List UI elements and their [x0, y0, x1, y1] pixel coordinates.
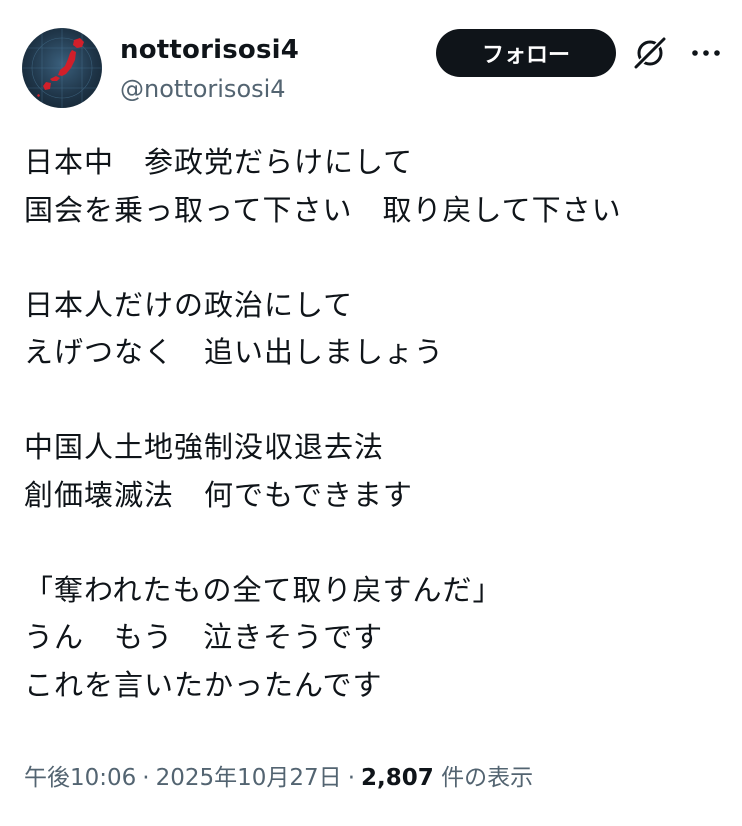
tweet-line: うん もう 泣きそうです [24, 620, 384, 654]
meta-separator: · [142, 765, 150, 791]
meta-separator: · [347, 765, 355, 791]
author-handle[interactable]: @nottorisosi4 [120, 74, 286, 104]
views-label: 件の表示 [441, 765, 534, 791]
views-count[interactable]: 2,807 [361, 765, 434, 791]
tweet-time[interactable]: 午後10:06 [24, 765, 136, 791]
tweet-line: これを言いたかったんです [24, 667, 383, 702]
tweet-text: 日本中 参政党だらけにして 国会を乗っ取って下さい 取り戻して下さい 日本人だけ… [24, 139, 724, 709]
tweet-line: 「奪われたもの全て取り戻すんだ」 [24, 572, 503, 607]
tweet-meta: 午後10:06 · 2025年10月27日 · 2,807 件の表示 [24, 760, 533, 796]
tweet-line: 日本人だけの政治にして [24, 287, 354, 322]
tweet-line: 国会を乗っ取って下さい 取り戻して下さい [24, 192, 622, 227]
follow-button[interactable]: フォロー [436, 29, 616, 77]
author-display-name[interactable]: nottorisosi4 [120, 34, 299, 66]
avatar[interactable] [22, 28, 102, 108]
tweet-date[interactable]: 2025年10月27日 [156, 765, 342, 791]
grok-icon[interactable] [632, 35, 668, 71]
tweet-line: 創価壊滅法 何でもできます [24, 477, 413, 512]
japan-map-avatar-icon [22, 28, 102, 108]
tweet-line: 中国人土地強制没収退去法 [24, 430, 385, 464]
tweet-line: えげつなく 追い出しましょう [24, 335, 445, 369]
tweet-line: 日本中 参政党だらけにして [24, 145, 414, 179]
more-icon[interactable] [688, 42, 724, 64]
